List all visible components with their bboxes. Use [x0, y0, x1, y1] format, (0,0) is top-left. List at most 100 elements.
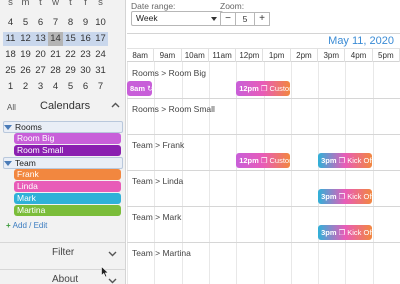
mini-calendar-day[interactable]: 16: [78, 32, 93, 46]
chevron-up-icon[interactable]: [111, 102, 120, 108]
zoom-label: Zoom:: [220, 1, 245, 11]
calendar-group-label: Rooms: [15, 122, 42, 132]
filter-accordion[interactable]: Filter: [0, 242, 125, 264]
event-title: Kick Off: [347, 156, 372, 165]
hour-gridline: [345, 62, 347, 284]
mini-calendar-day[interactable]: 19: [18, 48, 33, 62]
mini-calendar-week: 4 5 6 7 8 9 10: [3, 16, 125, 30]
mini-calendar-day[interactable]: 5: [18, 16, 33, 30]
mini-calendar-day[interactable]: 15: [63, 32, 78, 46]
event-time: 3pm: [321, 228, 337, 237]
mini-calendar-day[interactable]: 25: [3, 64, 18, 78]
calendar-item-linda[interactable]: Linda: [14, 181, 121, 192]
calendar-item-room-small[interactable]: Room Small: [14, 145, 121, 156]
hour-label: 1pm: [264, 49, 291, 62]
mini-calendar-day[interactable]: 11: [3, 32, 18, 46]
hour-gridline: [318, 62, 320, 284]
mini-calendar-day[interactable]: 18: [3, 48, 18, 62]
resource-label: Team > Frank: [132, 140, 185, 150]
resource-label: Rooms > Room Small: [132, 104, 215, 114]
mini-calendar-day[interactable]: 26: [18, 64, 33, 78]
mini-calendar-day[interactable]: 4: [48, 80, 63, 94]
filter-label: Filter: [52, 247, 75, 258]
event-block[interactable]: 12pm❐Custom: [236, 153, 290, 168]
mini-calendar-day[interactable]: 31: [93, 64, 108, 78]
calendar-item-frank[interactable]: Frank: [14, 169, 121, 180]
mini-calendar-day[interactable]: 3: [33, 80, 48, 94]
mini-calendar-day[interactable]: 10: [93, 16, 108, 30]
mini-calendar-day[interactable]: 28: [48, 64, 63, 78]
plus-icon: +: [6, 221, 11, 230]
calendar-group-rooms[interactable]: Rooms: [4, 122, 42, 132]
about-label: About: [52, 274, 79, 284]
event-block[interactable]: 3pm ❐ Kick Off: [318, 153, 372, 168]
zoom-decrease-button[interactable]: −: [220, 12, 236, 26]
mini-calendar-day[interactable]: 5: [63, 80, 78, 94]
date-range-select[interactable]: Week: [131, 11, 223, 26]
mini-calendar-day[interactable]: 20: [33, 48, 48, 62]
copy-icon: ❐: [338, 156, 346, 165]
mini-calendar-day[interactable]: 22: [63, 48, 78, 62]
event-block[interactable]: 8am ↻: [127, 81, 152, 96]
all-calendars-link[interactable]: All: [7, 103, 16, 112]
mini-calendar-selected-day[interactable]: 14: [48, 32, 63, 46]
mini-calendar-day[interactable]: 13: [33, 32, 48, 46]
hour-label: 12pm: [236, 49, 264, 62]
hour-gridline: [290, 62, 292, 284]
hour-header: 8am 9am 10am 11am 12pm 1pm 2pm 3pm 4pm 5pm: [127, 49, 400, 62]
event-title: Custom: [269, 156, 290, 165]
calendar-item-martina[interactable]: Martina: [14, 205, 121, 216]
mini-calendar-day[interactable]: 21: [48, 48, 63, 62]
hour-label: 5pm: [373, 49, 400, 62]
event-block[interactable]: 3pm ❐ Kick Off: [318, 225, 372, 240]
hour-label: 3pm: [318, 49, 346, 62]
mini-calendar-day[interactable]: 24: [93, 48, 108, 62]
mini-calendar-day[interactable]: 4: [3, 16, 18, 30]
add-edit-calendars-link[interactable]: + Add / Edit: [6, 221, 47, 230]
event-time: 3pm: [321, 156, 337, 165]
event-block[interactable]: 3pm ❐ Kick Off: [318, 189, 372, 204]
row-separator: [127, 98, 400, 99]
resource-label: Team > Mark: [132, 212, 182, 222]
dropdown-arrow-icon: [211, 17, 217, 21]
mini-calendar-day[interactable]: 7: [93, 80, 108, 94]
copy-icon: ❐: [338, 192, 346, 201]
mini-calendar-week: 25 26 27 28 29 30 31: [3, 64, 125, 78]
calendar-item-room-big[interactable]: Room Big: [14, 133, 121, 144]
mini-calendar-day[interactable]: 7: [48, 16, 63, 30]
mini-calendar-day[interactable]: 27: [33, 64, 48, 78]
calendar-group-team[interactable]: Team: [4, 158, 36, 168]
repeat-icon: ↻: [147, 84, 152, 93]
mini-calendar-day[interactable]: 8: [63, 16, 78, 30]
calendar-item-mark[interactable]: Mark: [14, 193, 121, 204]
mini-calendar-day[interactable]: 1: [3, 80, 18, 94]
expand-triangle-icon: [4, 160, 12, 166]
mini-calendar-day[interactable]: 23: [78, 48, 93, 62]
mini-calendar-day[interactable]: 9: [78, 16, 93, 30]
zoom-value-field[interactable]: 5: [235, 12, 255, 26]
mini-calendar-day[interactable]: 17: [93, 32, 108, 46]
copy-icon: ❐: [338, 228, 346, 237]
mini-calendar-day[interactable]: 29: [63, 64, 78, 78]
add-edit-label: Add / Edit: [12, 221, 48, 230]
calendars-title: Calendars: [40, 100, 91, 112]
mini-calendar-day[interactable]: 6: [33, 16, 48, 30]
copy-icon: ❐: [260, 156, 268, 165]
scheduler-timeline: May 11, 2020 8am 9am 10am 11am 12pm 1pm 2pm 3pm…: [127, 33, 400, 284]
event-title: Custom: [269, 84, 290, 93]
zoom-increase-button[interactable]: +: [254, 12, 270, 26]
resource-label: Team > Martina: [132, 248, 191, 258]
event-block[interactable]: 12pm❐Custom: [236, 81, 290, 96]
hour-label: 9am: [154, 49, 182, 62]
row-separator: [127, 242, 400, 243]
event-title: Kick Off: [347, 192, 372, 201]
chevron-down-icon: [108, 251, 117, 257]
mini-calendar-day[interactable]: 30: [78, 64, 93, 78]
mini-calendar-day[interactable]: 12: [18, 32, 33, 46]
chevron-down-icon: [108, 278, 117, 284]
mini-calendar-day[interactable]: 2: [18, 80, 33, 94]
mini-calendar-day[interactable]: 6: [78, 80, 93, 94]
event-time: 3pm: [321, 192, 337, 201]
current-date: May 11, 2020: [328, 35, 394, 47]
resource-label: Team > Linda: [132, 176, 184, 186]
